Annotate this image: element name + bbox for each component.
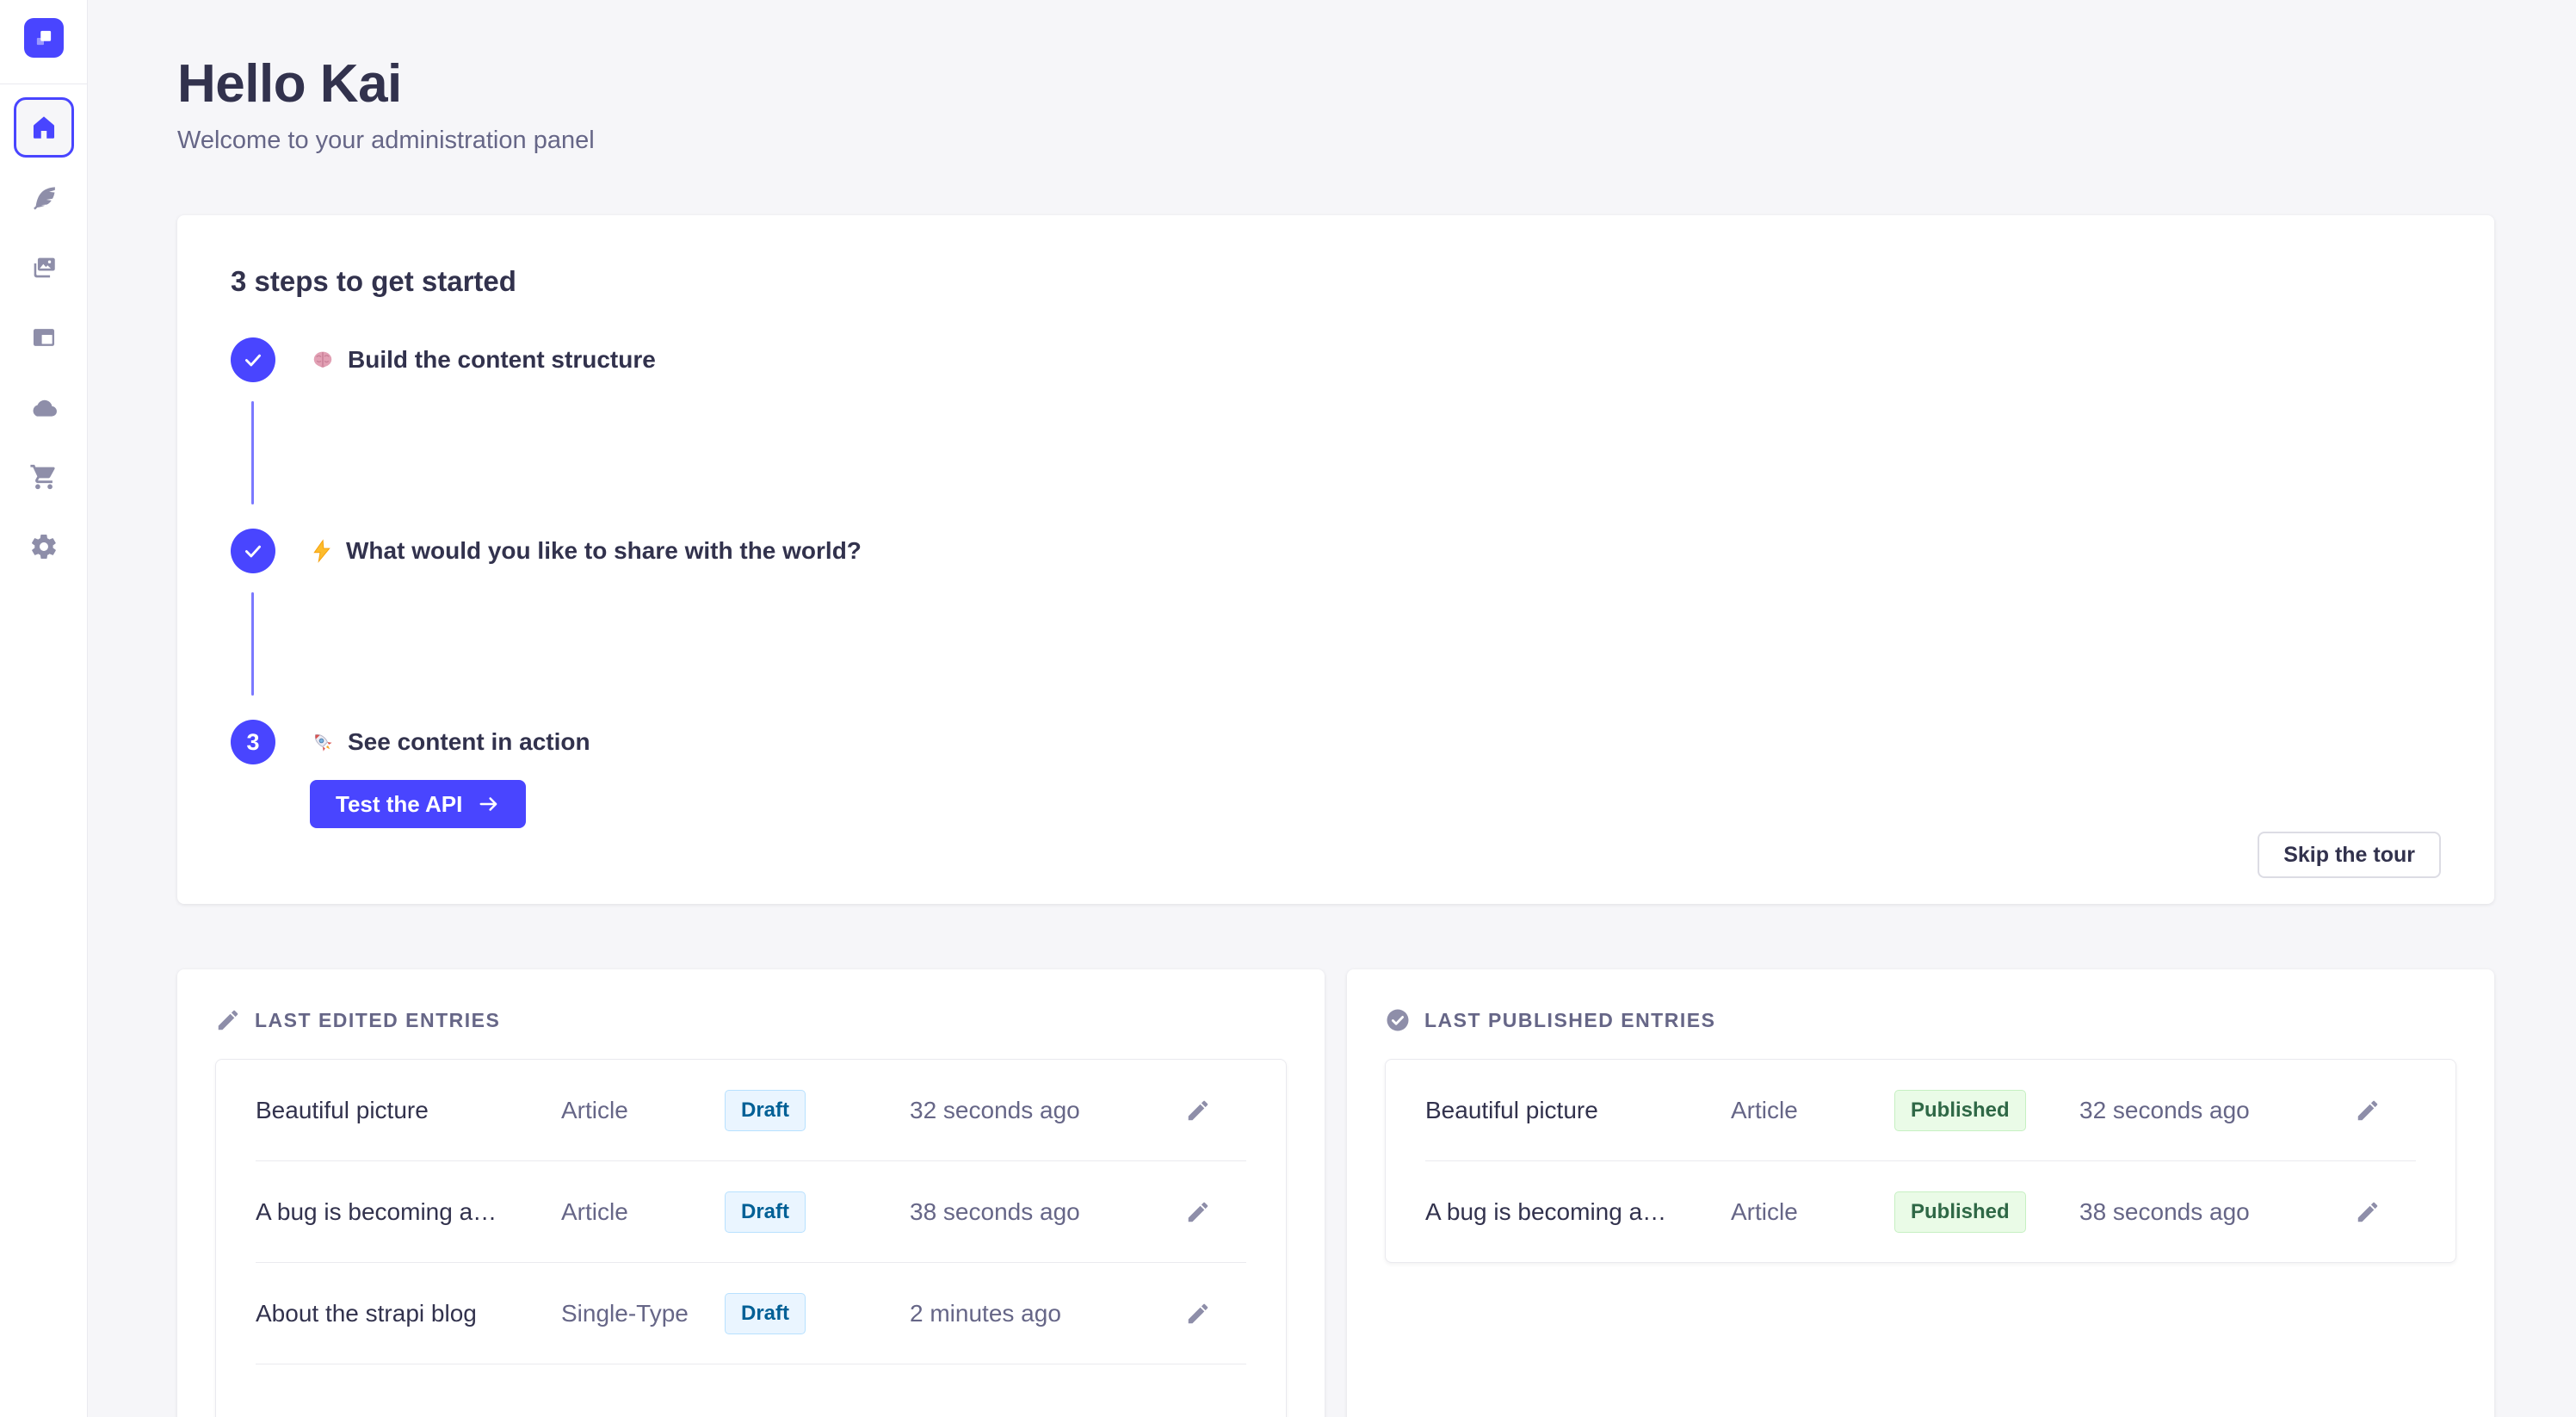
step-connector-2 (251, 592, 254, 696)
main-content: Hello Kai Welcome to your administration… (88, 0, 2576, 1417)
sidebar-item-content-manager[interactable] (25, 183, 63, 213)
test-the-api-label: Test the API (336, 791, 462, 818)
pencil-icon (215, 1007, 241, 1033)
entry-time: 32 seconds ago (2079, 1097, 2351, 1124)
entry-type: Article (561, 1097, 725, 1124)
step-1-label-text: Build the content structure (348, 346, 656, 374)
strapi-admin-app: Hello Kai Welcome to your administration… (0, 0, 2576, 1417)
tour-step-3: 3 See content in a (231, 720, 2441, 764)
entry-title: A bug is becoming a… (1425, 1198, 1731, 1226)
edit-entry-button[interactable] (2351, 1195, 2385, 1229)
guided-tour-card: 3 steps to get started (177, 215, 2494, 904)
status-badge: Draft (725, 1293, 806, 1334)
entries-panels: LAST EDITED ENTRIES Beautiful picture Ar… (177, 969, 2494, 1417)
sidebar-item-marketplace[interactable] (25, 462, 63, 492)
page-subtitle: Welcome to your administration panel (177, 127, 2494, 155)
strapi-logo[interactable] (24, 18, 64, 58)
edit-entry-button[interactable] (1181, 1195, 1215, 1229)
strapi-logo-icon (31, 25, 57, 51)
table-row: A bug is becoming a… Article Draft 38 se… (216, 1161, 1286, 1262)
table-row: About the strapi blog Single-Type Draft … (216, 1263, 1286, 1364)
zap-icon (310, 539, 334, 563)
last-published-header: LAST PUBLISHED ENTRIES (1385, 1007, 2456, 1033)
status-badge: Published (1894, 1090, 2026, 1131)
brain-icon (310, 347, 336, 373)
entry-time: 32 seconds ago (910, 1097, 1181, 1124)
step-1-label[interactable]: Build the content structure (310, 346, 656, 374)
entry-type: Article (561, 1198, 725, 1226)
page-title: Hello Kai (177, 53, 2494, 114)
table-row: A bug is becoming a… Article Published 3… (1386, 1161, 2456, 1262)
step-3-number-bullet: 3 (231, 720, 275, 764)
entry-time: 2 minutes ago (910, 1300, 1181, 1327)
pencil-icon (2355, 1199, 2381, 1225)
step-3-label-text: See content in action (348, 728, 590, 756)
edit-entry-button[interactable] (1181, 1296, 1215, 1331)
page-header: Hello Kai Welcome to your administration… (177, 53, 2494, 155)
tour-step-2: What would you like to share with the wo… (231, 529, 2441, 573)
guided-tour-title: 3 steps to get started (231, 265, 2441, 298)
entry-title: A bug is becoming a… (256, 1198, 561, 1226)
last-published-entries-panel: LAST PUBLISHED ENTRIES Beautiful picture… (1347, 969, 2494, 1417)
step-2-done-bullet (231, 529, 275, 573)
entry-title: Beautiful picture (256, 1097, 561, 1124)
arrow-right-icon (478, 793, 500, 815)
cloud-icon (29, 393, 59, 422)
last-published-title: LAST PUBLISHED ENTRIES (1424, 1009, 1715, 1032)
status-badge: Draft (725, 1090, 806, 1131)
check-circle-icon (1385, 1007, 1411, 1033)
entry-type: Article (1731, 1198, 1894, 1226)
last-published-table: Beautiful picture Article Published 32 s… (1385, 1059, 2456, 1263)
tour-step-1: Build the content structure (231, 337, 2441, 382)
sidebar-item-content-type-builder[interactable] (25, 323, 63, 352)
pencil-icon (1185, 1301, 1211, 1327)
entry-title: About the strapi blog (256, 1300, 561, 1327)
sidebar-nav (0, 84, 87, 561)
sidebar-item-deploy[interactable] (25, 393, 63, 422)
last-edited-header: LAST EDITED ENTRIES (215, 1007, 1287, 1033)
pencil-icon (2355, 1098, 2381, 1123)
cart-icon (29, 462, 59, 492)
pencil-icon (1185, 1098, 1211, 1123)
step-connector-1 (251, 401, 254, 504)
step-2-label-text: What would you like to share with the wo… (346, 537, 862, 565)
step-1-done-bullet (231, 337, 275, 382)
pencil-icon (1185, 1199, 1211, 1225)
rocket-icon (310, 729, 336, 755)
sidebar-item-settings[interactable] (25, 532, 63, 561)
check-icon (242, 349, 264, 371)
sidebar-item-media-library[interactable] (25, 253, 63, 282)
media-library-icon (29, 253, 59, 282)
table-row: Beautiful picture Article Draft 32 secon… (216, 1060, 1286, 1160)
test-the-api-button[interactable]: Test the API (310, 780, 526, 828)
last-edited-title: LAST EDITED ENTRIES (255, 1009, 500, 1032)
skip-the-tour-button[interactable]: Skip the tour (2258, 832, 2441, 878)
edit-entry-button[interactable] (1181, 1093, 1215, 1128)
skip-row: Skip the tour (231, 832, 2441, 878)
entry-time: 38 seconds ago (910, 1198, 1181, 1226)
entry-type: Single-Type (561, 1300, 725, 1327)
entry-type: Article (1731, 1097, 1894, 1124)
check-icon (242, 540, 264, 562)
layout-icon (29, 323, 59, 352)
step-2-label[interactable]: What would you like to share with the wo… (310, 537, 862, 565)
gear-icon (29, 532, 59, 561)
table-row: Beautiful picture Article Published 32 s… (1386, 1060, 2456, 1160)
entry-title: Beautiful picture (1425, 1097, 1731, 1124)
entry-time: 38 seconds ago (2079, 1198, 2351, 1226)
feather-icon (29, 183, 59, 213)
last-edited-table: Beautiful picture Article Draft 32 secon… (215, 1059, 1287, 1417)
step-3-label[interactable]: See content in action (310, 728, 590, 756)
cta-row: Test the API (310, 780, 2441, 828)
edit-entry-button[interactable] (2351, 1093, 2385, 1128)
sidebar-item-home[interactable] (14, 97, 74, 158)
last-edited-entries-panel: LAST EDITED ENTRIES Beautiful picture Ar… (177, 969, 1325, 1417)
status-badge: Published (1894, 1191, 2026, 1233)
status-badge: Draft (725, 1191, 806, 1233)
home-icon (29, 113, 59, 142)
sidebar (0, 0, 88, 1417)
